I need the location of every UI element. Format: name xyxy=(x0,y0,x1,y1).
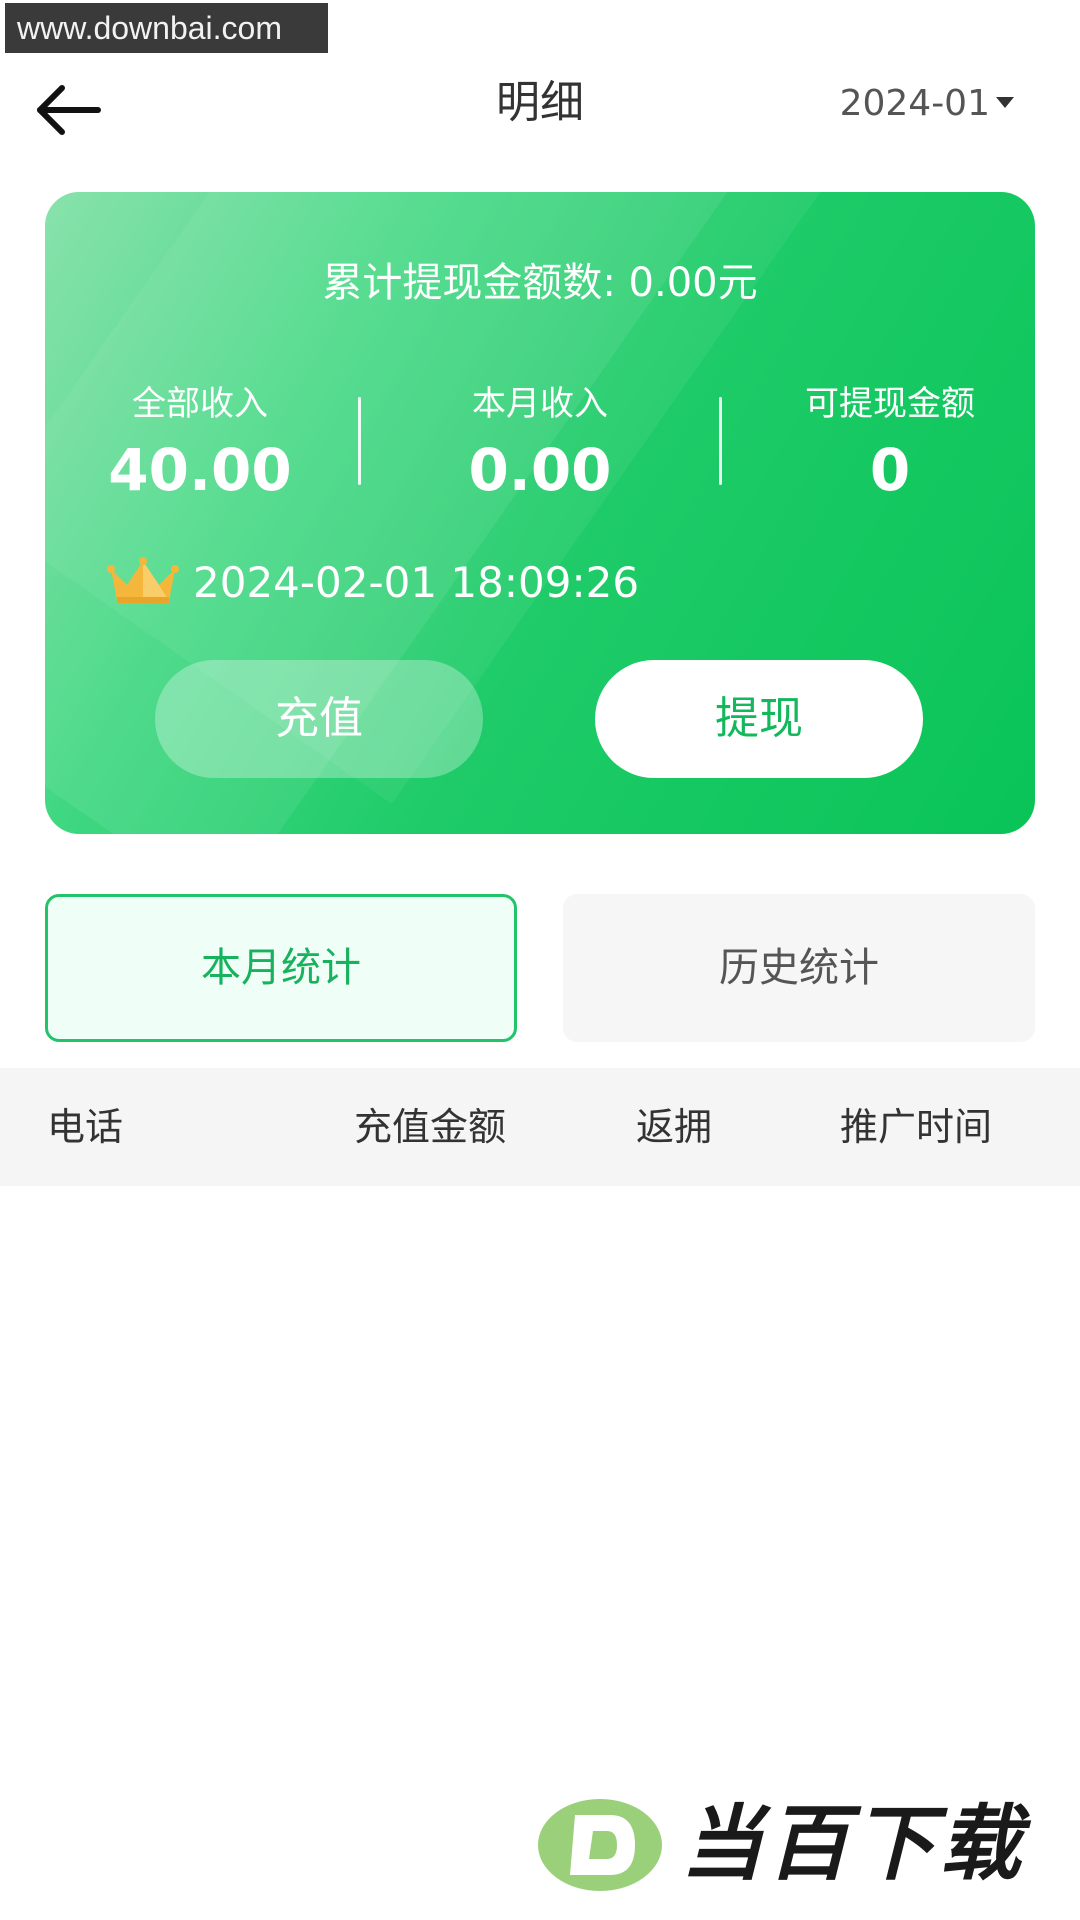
vip-time-row: 2024-02-01 18:09:26 xyxy=(107,552,639,612)
vip-time: 2024-02-01 18:09:26 xyxy=(193,557,640,607)
stat-label: 全部收入 xyxy=(132,384,268,424)
site-watermark: www.downbai.com xyxy=(5,3,328,53)
column-header-rebate: 返拥 xyxy=(636,1105,713,1149)
brand-text: 当百下载 xyxy=(681,1797,1025,1892)
column-header-phone: 电话 xyxy=(47,1105,124,1149)
table-header: 电话 充值金额 返拥 推广时间 xyxy=(0,1068,1080,1186)
stat-label: 本月收入 xyxy=(472,384,608,424)
column-header-amount: 充值金额 xyxy=(354,1105,507,1149)
withdraw-total: 累计提现金额数: 0.00元 xyxy=(322,260,758,306)
column-header-time: 推广时间 xyxy=(840,1105,993,1149)
tab-month-stats[interactable]: 本月统计 xyxy=(45,894,517,1042)
stat-value: 40.00 xyxy=(108,436,292,504)
stat-withdrawable: 可提现金额 0 xyxy=(735,382,1035,510)
stat-label: 可提现金额 xyxy=(805,384,975,424)
stat-divider xyxy=(719,397,722,485)
stat-total-income: 全部收入 40.00 xyxy=(45,382,355,510)
stat-value: 0.00 xyxy=(468,436,612,504)
caret-down-icon xyxy=(996,96,1014,108)
month-picker[interactable]: 2024-01 xyxy=(840,78,1014,128)
month-picker-value: 2024-01 xyxy=(839,82,990,124)
stat-month-income: 本月收入 0.00 xyxy=(375,382,705,510)
recharge-button[interactable]: 充值 xyxy=(155,660,483,778)
brand-logo-icon xyxy=(538,1799,662,1891)
stat-divider xyxy=(358,397,361,485)
stats-row: 全部收入 40.00 本月收入 0.00 可提现金额 0 xyxy=(45,382,1035,522)
balance-card: 累计提现金额数: 0.00元 全部收入 40.00 本月收入 0.00 可提现金… xyxy=(45,192,1035,834)
page: www.downbai.com 明细 2024-01 累计提现金额数: 0.00… xyxy=(0,0,1080,1920)
withdraw-button[interactable]: 提现 xyxy=(595,660,923,778)
stat-value: 0 xyxy=(869,436,911,504)
header: 明细 2024-01 xyxy=(0,50,1080,170)
crown-icon xyxy=(107,557,179,603)
brand-watermark: 当百下载 xyxy=(535,1795,1065,1895)
tab-history-stats[interactable]: 历史统计 xyxy=(563,894,1035,1042)
